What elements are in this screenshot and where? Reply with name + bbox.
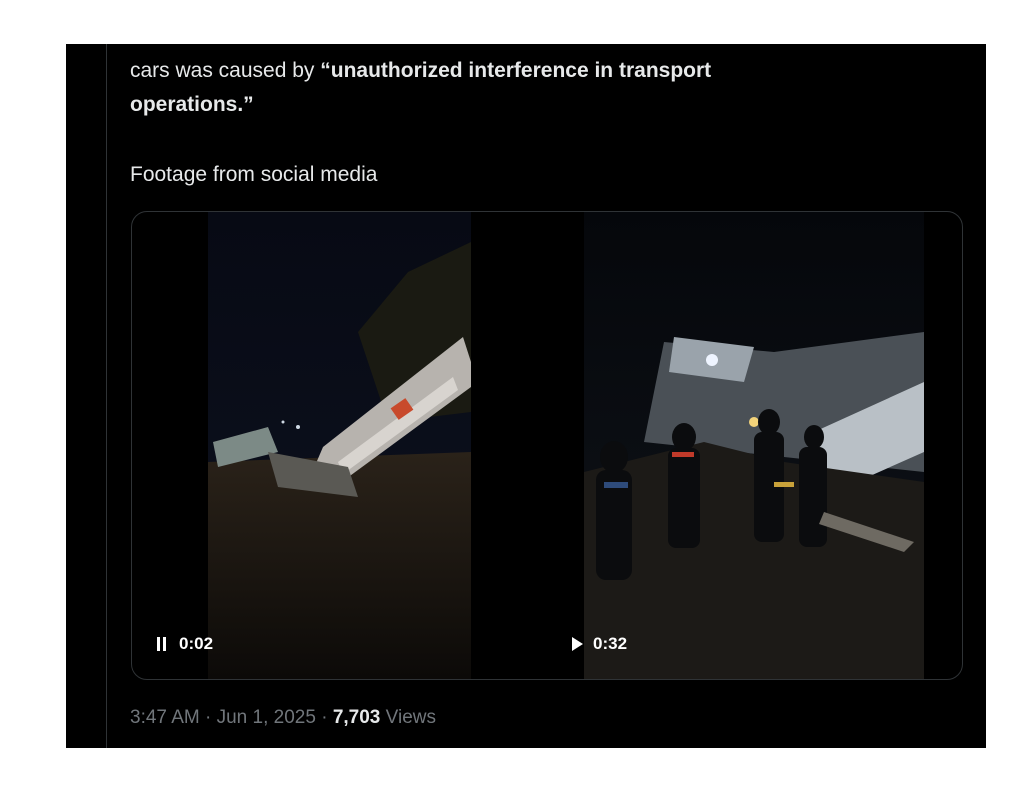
- separator: ·: [321, 707, 328, 728]
- thread-divider: [106, 44, 107, 748]
- video-2-controls[interactable]: 0:32: [572, 634, 627, 654]
- tweet-text-quote: “unauthorized interference in transport: [320, 59, 712, 82]
- play-icon[interactable]: [572, 637, 583, 651]
- pause-icon[interactable]: [157, 637, 169, 651]
- views-label: Views: [385, 707, 436, 728]
- tweet-time[interactable]: 3:47 AM: [130, 707, 200, 728]
- video-1-controls[interactable]: 0:02: [157, 634, 213, 654]
- tweet-text-caption: Footage from social media: [130, 163, 378, 186]
- views-count: 7,703: [332, 707, 381, 728]
- tweet-text-plain: cars was caused by: [130, 59, 321, 82]
- tweet-panel: cars was caused by “unauthorized interfe…: [66, 44, 986, 748]
- tweet-text-line-2: operations.”: [130, 93, 254, 116]
- tweet-metadata: 3:47 AM · Jun 1, 2025 · 7,703 Views: [130, 707, 436, 729]
- separator: ·: [205, 707, 212, 728]
- video-2[interactable]: [584, 212, 924, 679]
- video-2-timestamp: 0:32: [593, 634, 628, 653]
- video-2-frame: [584, 212, 924, 679]
- video-1-timestamp: 0:02: [179, 634, 214, 653]
- video-1-frame: [208, 212, 471, 679]
- tweet-text-line-1: cars was caused by “unauthorized interfe…: [130, 58, 711, 84]
- tweet-date[interactable]: Jun 1, 2025: [217, 707, 316, 728]
- video-1[interactable]: [208, 212, 471, 679]
- media-grid: 0:02 0:32: [131, 211, 963, 680]
